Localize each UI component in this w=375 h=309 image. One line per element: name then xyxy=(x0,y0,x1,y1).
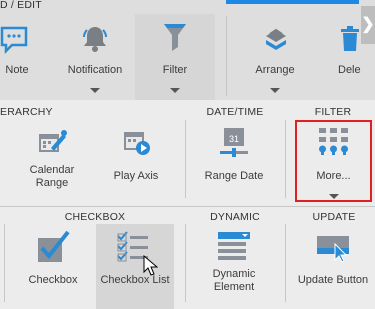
mid-separator-1 xyxy=(185,120,186,198)
svg-text:31: 31 xyxy=(229,134,239,144)
calendar-range-button[interactable]: Calendar Range xyxy=(20,122,84,200)
checkbox-label: Checkbox xyxy=(28,274,78,286)
range-date-icon: 31 xyxy=(220,128,248,157)
play-axis-button[interactable]: Play Axis xyxy=(104,122,168,200)
note-label: Note xyxy=(5,64,29,76)
update-button[interactable]: Update Button xyxy=(295,226,371,304)
bottom-separator-1 xyxy=(185,224,186,302)
section-label-checkbox: CHECKBOX xyxy=(64,211,126,223)
trash-icon xyxy=(341,26,359,51)
mouse-cursor-icon xyxy=(143,255,159,276)
notification-button[interactable]: Notification xyxy=(62,18,128,96)
dynamic-element-icon xyxy=(218,232,250,260)
filter-label: Filter xyxy=(162,64,188,76)
top-separator xyxy=(226,16,227,96)
section-label-update: UPDATE xyxy=(312,211,356,223)
funnel-icon xyxy=(164,24,186,51)
note-icon xyxy=(0,26,28,54)
checkbox-list-label: Checkbox List xyxy=(100,274,170,286)
section-label-add-edit: D / EDIT xyxy=(0,0,42,11)
arrange-dropdown-icon[interactable] xyxy=(270,88,280,93)
update-button-icon xyxy=(317,236,349,263)
play-axis-icon xyxy=(124,132,150,155)
checkbox-button[interactable]: Checkbox xyxy=(20,226,86,304)
highlight-box xyxy=(295,120,372,202)
notification-label: Notification xyxy=(67,64,123,76)
checkbox-icon xyxy=(38,230,70,262)
row-divider xyxy=(0,206,375,207)
note-button[interactable]: Note xyxy=(0,18,32,96)
delete-label: Dele xyxy=(338,64,361,76)
arrange-label: Arrange xyxy=(255,64,295,76)
section-label-hierarchy: ERARCHY xyxy=(0,106,53,118)
scroll-right-button[interactable]: ❯ xyxy=(361,6,375,44)
filter-button[interactable]: Filter xyxy=(135,18,215,96)
notification-dropdown-icon[interactable] xyxy=(90,88,100,93)
filter-dropdown-icon[interactable] xyxy=(170,88,180,93)
bottom-separator-0 xyxy=(4,224,5,302)
range-date-label: Range Date xyxy=(204,170,264,182)
range-date-button[interactable]: 31 Range Date xyxy=(200,122,268,200)
section-label-filter: FILTER xyxy=(314,106,352,118)
dynamic-element-button[interactable]: Dynamic Element xyxy=(200,226,268,304)
play-axis-label: Play Axis xyxy=(113,170,159,182)
calendar-range-icon xyxy=(39,130,67,152)
arrange-button[interactable]: Arrange xyxy=(240,18,310,96)
mid-separator-2 xyxy=(285,120,286,198)
active-tab-indicator xyxy=(226,0,359,4)
bell-icon xyxy=(83,27,107,52)
section-label-datetime: DATE/TIME xyxy=(206,106,264,118)
update-button-label: Update Button xyxy=(297,274,369,286)
section-label-dynamic: DYNAMIC xyxy=(210,211,260,223)
arrange-icon xyxy=(266,28,286,50)
delete-button[interactable]: Dele xyxy=(338,18,361,96)
checkbox-list-button[interactable]: Checkbox List xyxy=(96,226,174,304)
dynamic-element-label: Dynamic Element xyxy=(212,268,256,293)
bottom-separator-2 xyxy=(285,224,286,302)
calendar-range-label: Calendar Range xyxy=(29,164,75,189)
